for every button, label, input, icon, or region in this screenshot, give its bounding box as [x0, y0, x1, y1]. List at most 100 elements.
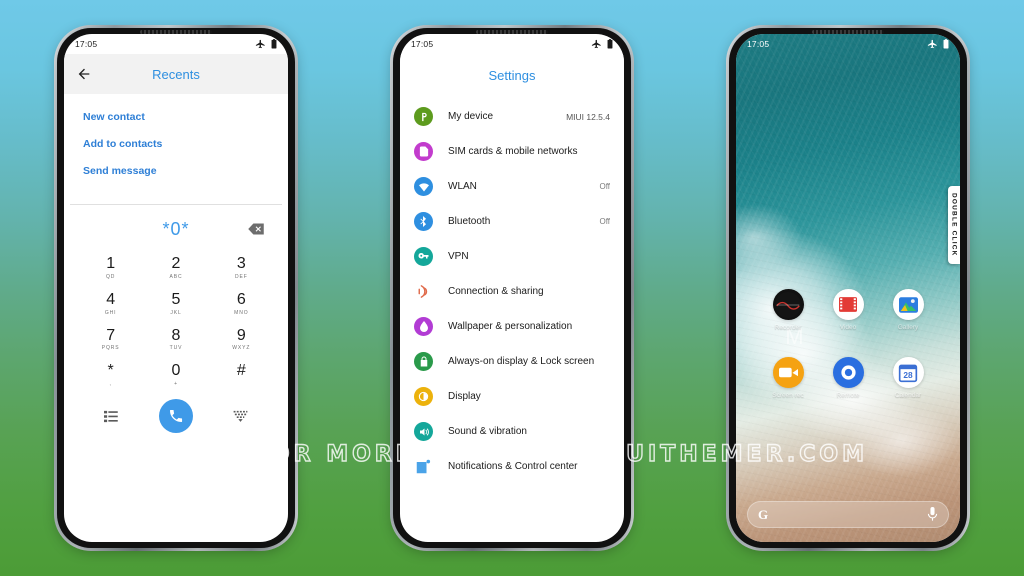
settings-label: Notifications & Control center: [448, 460, 578, 472]
back-arrow-icon[interactable]: [76, 66, 92, 82]
settings-row-my-device[interactable]: My device MIUI 12.5.4: [400, 99, 624, 134]
app-calendar[interactable]: 28 Calendar: [878, 357, 938, 399]
status-time: 17:05: [75, 39, 98, 49]
connection-sharing-icon: [414, 282, 433, 301]
google-g-icon: G: [758, 507, 769, 522]
action-new-contact[interactable]: New contact: [64, 106, 288, 133]
settings-label: Connection & sharing: [448, 285, 544, 297]
settings-row-connection-sharing[interactable]: Connection & sharing: [400, 274, 624, 309]
page-title: Settings: [488, 67, 536, 83]
app-recorder[interactable]: Recorder: [758, 289, 818, 331]
settings-row-wlan[interactable]: WLAN Off: [400, 169, 624, 204]
key-letters: WXYZ: [232, 345, 251, 352]
battery-icon: [271, 39, 277, 49]
settings-label: WLAN: [448, 180, 477, 192]
key-letters: ,: [109, 381, 112, 388]
my-device-icon: [414, 107, 433, 126]
app-label: Calendar: [894, 392, 922, 399]
status-bar: 17:05: [64, 34, 288, 54]
phone-device-settings: 17:05 Settings My device MIUI 12.5.4 SIM…: [390, 25, 634, 551]
dial-key-7[interactable]: 7 PQRS: [78, 323, 143, 356]
battery-icon: [607, 39, 613, 49]
dial-key-3[interactable]: 3 DEF: [209, 251, 274, 284]
app-video[interactable]: Video: [818, 289, 878, 331]
remote-control-icon: [832, 357, 864, 388]
action-send-message[interactable]: Send message: [64, 160, 288, 187]
app-remote-control[interactable]: Remote: [818, 357, 878, 399]
key-digit: 8: [171, 326, 181, 344]
dial-key-0[interactable]: 0 +: [143, 358, 208, 391]
dial-key-star[interactable]: *,: [78, 358, 143, 391]
airplane-mode-icon: [255, 39, 265, 48]
settings-row-notifications[interactable]: Notifications & Control center: [400, 449, 624, 484]
key-letters: QD: [106, 273, 116, 280]
display-icon: [414, 387, 433, 406]
bluetooth-icon: [414, 212, 433, 231]
dial-display: *0*: [64, 211, 288, 247]
app-screen-recorder[interactable]: Screen rec: [758, 357, 818, 399]
app-gallery[interactable]: Gallery: [878, 289, 938, 331]
settings-row-bluetooth[interactable]: Bluetooth Off: [400, 204, 624, 239]
dial-key-1[interactable]: 1 QD: [78, 251, 143, 284]
dial-key-6[interactable]: 6 MNO: [209, 287, 274, 320]
settings-value: Off: [599, 217, 610, 226]
key-letters: +: [174, 381, 178, 388]
phone-call-icon: [170, 410, 183, 423]
key-digit: 2: [171, 255, 181, 272]
settings-row-sound-vibration[interactable]: Sound & vibration: [400, 414, 624, 449]
dial-key-9[interactable]: 9 WXYZ: [209, 323, 274, 356]
action-add-to-contacts[interactable]: Add to contacts: [64, 133, 288, 160]
settings-label: VPN: [448, 250, 469, 262]
settings-value: Off: [599, 182, 610, 191]
key-letters: ABC: [169, 273, 183, 280]
video-icon: [832, 289, 864, 320]
dialpad-keys: 1 QD 2 ABC 3 DEF 4 GHI 5 JKL 6 MNO 7 PQRS 8 TUV …: [64, 247, 288, 391]
dial-key-8[interactable]: 8 TUV: [143, 323, 208, 356]
settings-row-sim-cards[interactable]: SIM cards & mobile networks: [400, 134, 624, 169]
backspace-icon[interactable]: [248, 223, 264, 235]
call-button[interactable]: [159, 399, 193, 434]
settings-list: My device MIUI 12.5.4 SIM cards & mobile…: [400, 96, 624, 484]
settings-row-lock-screen[interactable]: Always-on display & Lock screen: [400, 344, 624, 379]
key-digit: #: [236, 362, 246, 380]
status-bar: 17:05: [736, 34, 960, 54]
phone-device-home: M 17:05 DOUBLE CLICK Recorder Video Gall…: [726, 25, 970, 551]
dialed-number: *0*: [162, 218, 190, 239]
wallpaper-texture: [736, 34, 960, 542]
google-search-bar[interactable]: G: [747, 501, 949, 528]
microphone-icon[interactable]: [927, 507, 938, 522]
dialpad: *0* 1 QD 2 ABC 3 DEF 4 GHI 5 JKL 6 MNO 7 PQRS 8…: [64, 205, 288, 446]
earpiece-speaker: [140, 30, 212, 34]
app-label: Remote: [836, 392, 860, 399]
key-digit: 1: [106, 255, 116, 272]
settings-row-wallpaper[interactable]: Wallpaper & personalization: [400, 309, 624, 344]
lock-screen-icon: [414, 352, 433, 371]
key-digit: 7: [106, 326, 116, 344]
key-letters: JKL: [170, 309, 182, 316]
dialer-bottom-bar: [64, 391, 288, 445]
sim-card-icon: [414, 142, 433, 161]
dial-key-hash[interactable]: #: [209, 358, 274, 391]
hide-keypad-icon[interactable]: [233, 410, 248, 423]
recents-header: Recents: [64, 54, 288, 94]
settings-row-vpn[interactable]: VPN: [400, 239, 624, 274]
gallery-icon: [892, 289, 924, 320]
dial-key-2[interactable]: 2 ABC: [143, 251, 208, 284]
settings-label: SIM cards & mobile networks: [448, 145, 578, 157]
wallpaper-icon: [414, 317, 433, 336]
key-letters: [209, 381, 274, 388]
recorder-icon: [772, 289, 804, 320]
app-label: Recorder: [774, 324, 802, 331]
earpiece-speaker: [812, 30, 884, 34]
settings-row-display[interactable]: Display: [400, 379, 624, 414]
battery-icon: [943, 39, 949, 49]
page-title: Recents: [152, 66, 200, 82]
dial-key-5[interactable]: 5 JKL: [143, 287, 208, 320]
settings-label: Bluetooth: [448, 215, 491, 227]
call-log-list-icon[interactable]: [104, 410, 119, 423]
phone-device-dialer: 17:05 Recents New contact Add to contact…: [54, 25, 298, 551]
vpn-key-icon: [414, 247, 433, 266]
dial-key-4[interactable]: 4 GHI: [78, 287, 143, 320]
key-digit: *: [107, 362, 114, 380]
double-click-tab[interactable]: DOUBLE CLICK: [948, 186, 960, 264]
